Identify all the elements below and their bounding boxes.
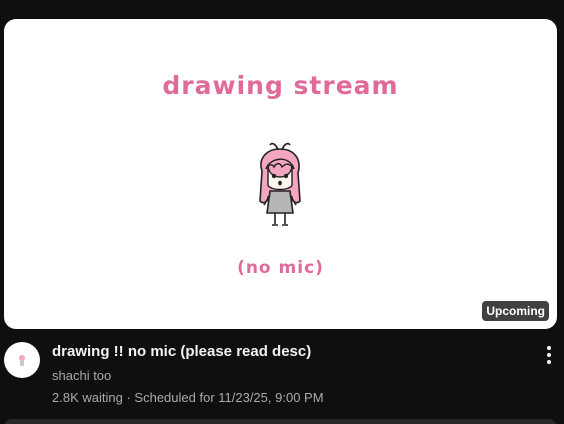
meta-separator: · <box>126 390 131 405</box>
video-card: drawing stream (no mic) Upcoming drawing… <box>0 0 564 424</box>
waiting-count: 2.8K waiting <box>52 390 123 405</box>
thumbnail-title: drawing stream <box>162 71 399 100</box>
video-metadata: 2.8K waiting · Scheduled for 11/23/25, 9… <box>52 390 324 405</box>
more-vert-icon[interactable] <box>539 344 559 366</box>
video-thumbnail[interactable]: drawing stream (no mic) Upcoming <box>4 19 557 329</box>
channel-avatar[interactable] <box>4 342 40 378</box>
character-illustration <box>259 142 301 226</box>
avatar-character-icon <box>19 355 25 366</box>
video-title[interactable]: drawing !! no mic (please read desc) <box>52 343 311 360</box>
channel-name[interactable]: shachi too <box>52 368 111 383</box>
scheduled-time: Scheduled for 11/23/25, 9:00 PM <box>134 390 324 405</box>
upcoming-badge: Upcoming <box>482 301 549 321</box>
next-card-edge <box>4 419 557 424</box>
thumbnail-subtitle: (no mic) <box>237 258 324 278</box>
video-details: drawing !! no mic (please read desc) sha… <box>0 341 564 411</box>
